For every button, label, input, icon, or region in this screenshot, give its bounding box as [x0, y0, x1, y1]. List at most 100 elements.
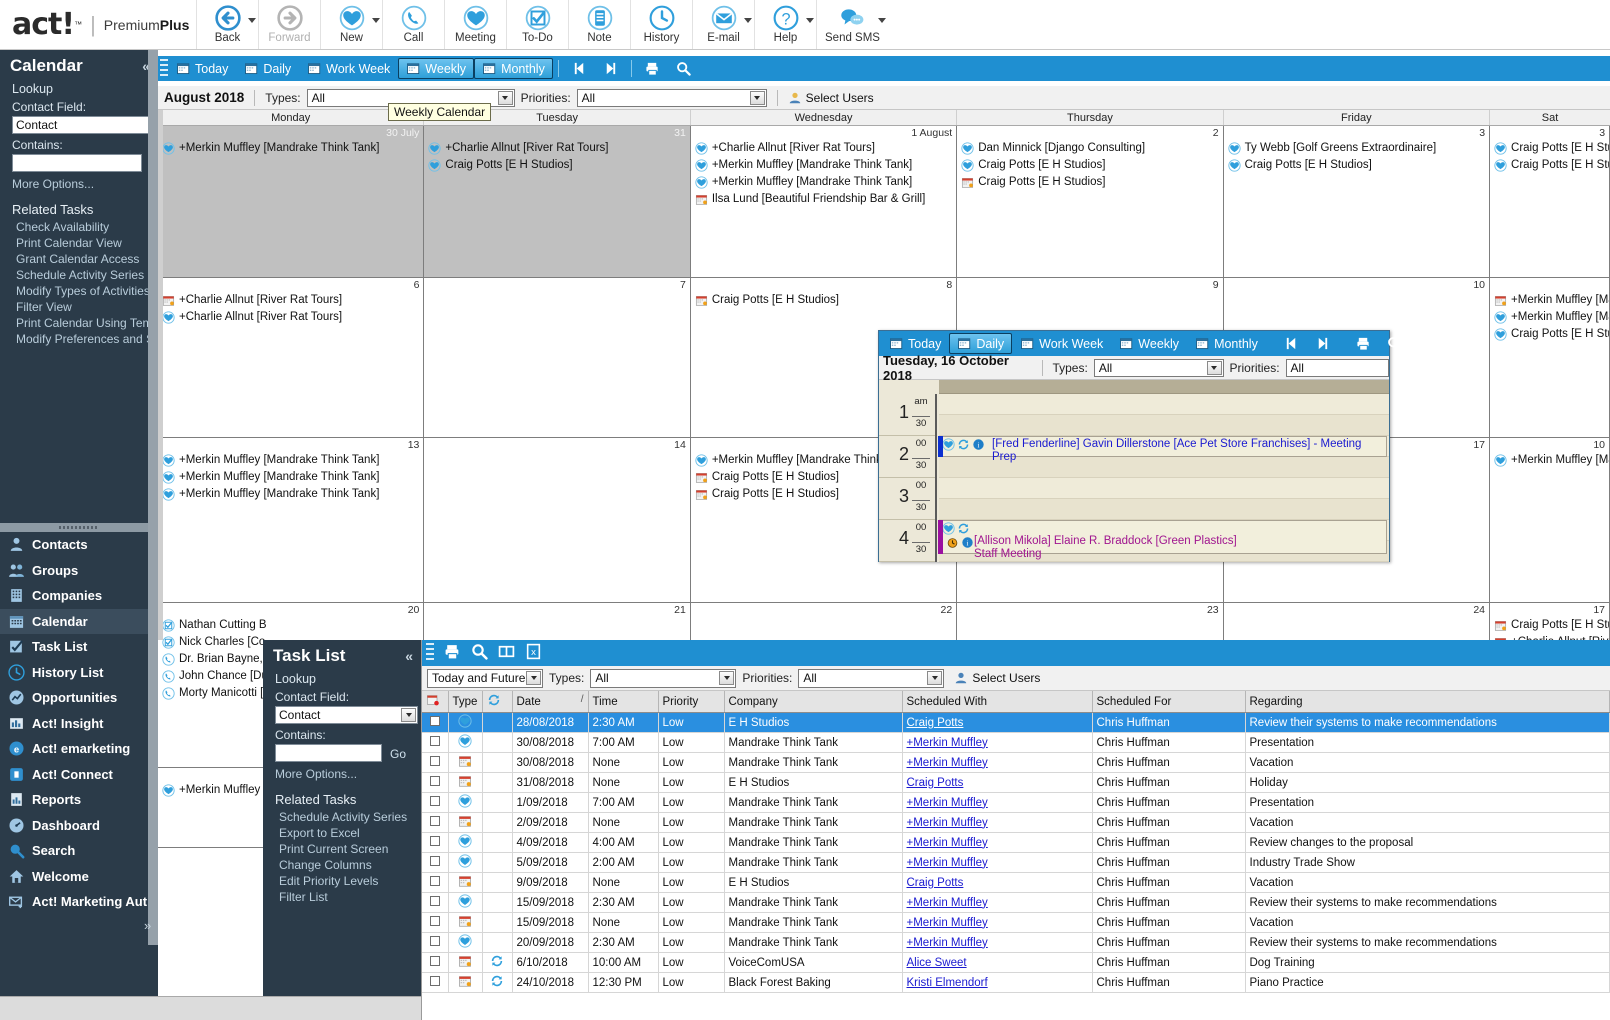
ribbon-button-help[interactable]: ?Help [754, 0, 816, 49]
task-types-dropdown[interactable]: All [590, 669, 736, 688]
row-checkbox-cell[interactable] [422, 833, 448, 853]
row-checkbox[interactable] [430, 976, 440, 986]
chevron-down-icon[interactable] [806, 18, 814, 23]
contact-link[interactable]: Craig Potts [907, 877, 964, 889]
ribbon-button-note[interactable]: Note [568, 0, 630, 49]
table-row[interactable]: 30/08/2018NoneLowMandrake Think Tank+Mer… [422, 753, 1610, 773]
row-checkbox-cell[interactable] [422, 893, 448, 913]
calendar-appointment[interactable]: Craig Potts [E H Studi [1494, 157, 1606, 173]
sidebar-item-act-insight[interactable]: Act! Insight [0, 711, 158, 737]
task-column-header[interactable]: Time [588, 691, 658, 713]
calendar-day-cell[interactable]: 6+Charlie Allnut [River Rat Tours]+Charl… [158, 278, 424, 437]
calendar-appointment[interactable]: +Merkin Muffley [Man [1494, 452, 1606, 468]
task-column-header[interactable] [482, 691, 512, 713]
task-column-header[interactable]: Company [724, 691, 902, 713]
row-checkbox-cell[interactable] [422, 773, 448, 793]
priorities-dropdown[interactable]: All [577, 89, 767, 107]
task-related-task-link[interactable]: Filter List [263, 889, 421, 905]
chevron-down-icon[interactable] [248, 18, 256, 23]
row-checkbox-cell[interactable] [422, 973, 448, 993]
row-scheduled-with-cell[interactable]: Alice Sweet [902, 953, 1092, 973]
row-scheduled-with-cell[interactable]: +Merkin Muffley [902, 893, 1092, 913]
task-related-task-link[interactable]: Export to Excel [263, 825, 421, 841]
chevron-down-icon[interactable] [878, 18, 886, 23]
task-excel-export-icon[interactable]: x [525, 643, 542, 663]
row-scheduled-with-cell[interactable]: +Merkin Muffley [902, 933, 1092, 953]
task-types-chevron-icon[interactable] [719, 671, 734, 685]
task-priorities-chevron-icon[interactable] [927, 671, 942, 685]
ribbon-button-meeting[interactable]: Meeting [444, 0, 506, 49]
table-row[interactable]: 31/08/2018NoneLowE H StudiosCraig PottsC… [422, 773, 1610, 793]
row-scheduled-with-cell[interactable]: +Merkin Muffley [902, 753, 1092, 773]
row-checkbox[interactable] [430, 856, 440, 866]
calendar-appointment[interactable]: +Merkin Muffley [Man [1494, 309, 1606, 325]
sidebar-item-act-emarketing[interactable]: eAct! emarketing [0, 736, 158, 762]
related-task-link[interactable]: Grant Calendar Access [0, 251, 158, 267]
row-scheduled-with-cell[interactable]: +Merkin Muffley [902, 853, 1092, 873]
calendar-appointment[interactable]: Craig Potts [E H Studios] [695, 292, 953, 308]
calendar-appointment[interactable]: +Merkin Muffley [Mandrake Think Tank] [162, 486, 420, 502]
sidebar-item-groups[interactable]: Groups [0, 558, 158, 584]
contact-link[interactable]: +Merkin Muffley [907, 857, 988, 869]
calendar-view-daily-button[interactable]: Daily [236, 58, 299, 79]
table-row[interactable]: 30/08/20187:00 AMLowMandrake Think Tank+… [422, 733, 1610, 753]
calendar-appointment[interactable]: +Merkin Muffley [Mandrake Think Tank] [162, 140, 420, 156]
task-column-header[interactable] [422, 691, 448, 713]
daily-time-slot[interactable] [939, 499, 1389, 520]
task-column-header[interactable]: Scheduled With [902, 691, 1092, 713]
row-checkbox[interactable] [430, 776, 440, 786]
calendar-day-cell[interactable]: 31+Charlie Allnut [River Rat Tours]Craig… [424, 126, 690, 277]
calendar-view-work-week-button[interactable]: Work Week [299, 58, 398, 79]
calendar-appointment[interactable]: Craig Potts [E H Studios] [961, 157, 1219, 173]
task-related-task-link[interactable]: Change Columns [263, 857, 421, 873]
ribbon-button-history[interactable]: History [630, 0, 692, 49]
ribbon-button-e-mail[interactable]: E-mail [692, 0, 754, 49]
daily-view-work-week-button[interactable]: Work Week [1012, 333, 1111, 354]
contact-link[interactable]: +Merkin Muffley [907, 737, 988, 749]
row-checkbox-cell[interactable] [422, 853, 448, 873]
calendar-day-cell[interactable]: 13+Merkin Muffley [Mandrake Think Tank]+… [158, 438, 424, 602]
calendar-appointment[interactable]: Craig Potts [E H Studios] [428, 157, 686, 173]
sidebar-scrollbar[interactable] [148, 50, 158, 945]
daily-view-weekly-button[interactable]: Weekly [1111, 333, 1187, 354]
task-column-header[interactable]: Scheduled For [1092, 691, 1245, 713]
task-column-header[interactable]: Priority [658, 691, 724, 713]
row-checkbox-cell[interactable] [422, 753, 448, 773]
row-checkbox[interactable] [430, 936, 440, 946]
calendar-appointment[interactable]: Craig Potts [E H Studios] [1228, 157, 1486, 173]
task-related-task-link[interactable]: Edit Priority Levels [263, 873, 421, 889]
row-checkbox[interactable] [430, 736, 440, 746]
related-task-link[interactable]: Modify Types of Activities [0, 283, 158, 299]
task-go-button[interactable]: Go [390, 747, 406, 761]
table-row[interactable]: 9/09/2018NoneLowE H StudiosCraig PottsCh… [422, 873, 1610, 893]
calendar-day-cell[interactable]: 1 August+Charlie Allnut [River Rat Tours… [691, 126, 957, 277]
contact-link[interactable]: Kristi Elmendorf [907, 977, 988, 989]
sidebar-item-search[interactable]: Search [0, 838, 158, 864]
calendar-day-cell[interactable]: 10+Merkin Muffley [Man [1490, 438, 1610, 602]
daily-search-icon[interactable] [1379, 333, 1410, 354]
table-row[interactable]: 5/09/20182:00 AMLowMandrake Think Tank+M… [422, 853, 1610, 873]
task-contains-input[interactable] [275, 744, 382, 762]
task-date-range-dropdown[interactable]: Today and Future [427, 669, 543, 688]
daily-next-button[interactable] [1307, 333, 1338, 354]
task-contact-field-dropdown[interactable]: Contact [275, 706, 418, 724]
contains-input[interactable] [12, 154, 142, 172]
calendar-appointment[interactable]: Craig Potts [E H Studi [1494, 326, 1606, 342]
task-more-options-link[interactable]: More Options... [263, 764, 421, 784]
contact-link[interactable]: +Merkin Muffley [907, 937, 988, 949]
row-checkbox[interactable] [430, 796, 440, 806]
calendar-appointment[interactable]: +Charlie Allnut [River Rat Tours] [162, 309, 420, 325]
task-column-header[interactable]: Regarding [1245, 691, 1610, 713]
ribbon-button-send-sms[interactable]: Send SMS [816, 0, 888, 49]
row-scheduled-with-cell[interactable]: +Merkin Muffley [902, 813, 1092, 833]
daily-view-today-button[interactable]: Today [881, 333, 949, 354]
table-row[interactable]: 20/09/20182:30 AMLowMandrake Think Tank+… [422, 933, 1610, 953]
sidebar-item-reports[interactable]: Reports [0, 787, 158, 813]
contact-link[interactable]: Alice Sweet [907, 957, 967, 969]
chevron-down-icon[interactable] [744, 18, 752, 23]
calendar-appointment[interactable]: Dan Minnick [Django Consulting] [961, 140, 1219, 156]
ribbon-button-new[interactable]: New [320, 0, 382, 49]
row-checkbox[interactable] [430, 836, 440, 846]
calendar-view-monthly-button[interactable]: Monthly [474, 58, 553, 79]
row-scheduled-with-cell[interactable]: Kristi Elmendorf [902, 973, 1092, 993]
